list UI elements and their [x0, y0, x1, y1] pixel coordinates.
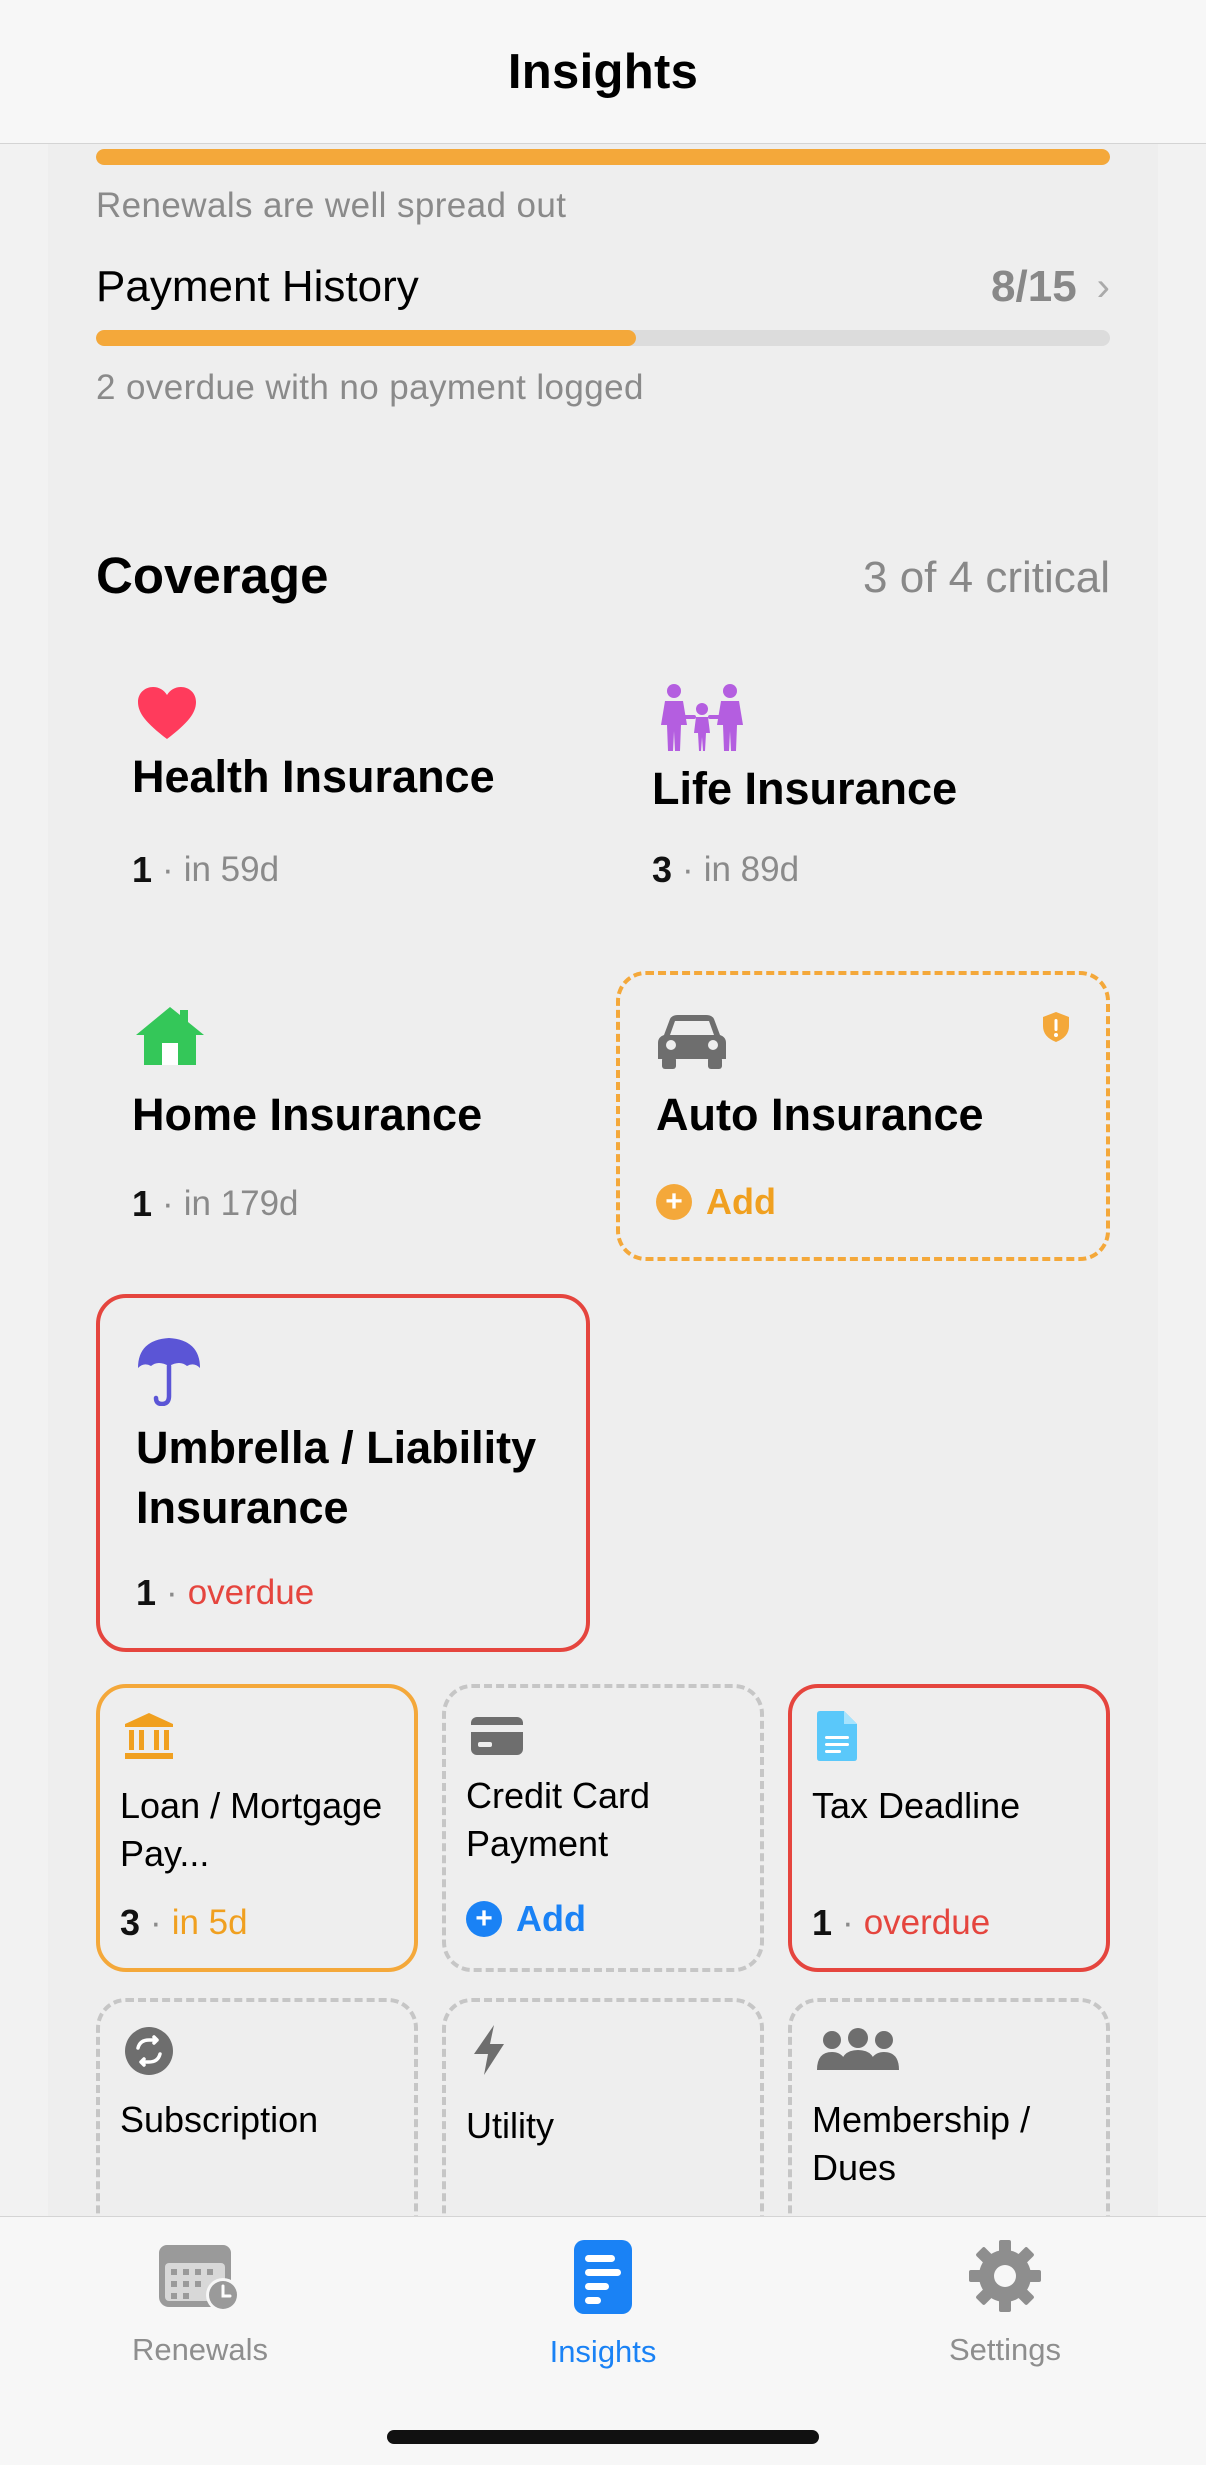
house-icon [134, 1005, 206, 1072]
add-credit-card-button[interactable]: + Add [466, 1898, 586, 1940]
renewals-note: Renewals are well spread out [96, 186, 567, 225]
tab-renewals[interactable]: Renewals [70, 2239, 330, 2368]
group-icon [816, 2028, 900, 2077]
recurring-icon [124, 2026, 174, 2081]
coverage-tile-tax[interactable]: Tax Deadline 1 · overdue [788, 1684, 1110, 1972]
payment-history-progress-fill [96, 330, 637, 346]
tile-name: Umbrella / Liability Insurance [136, 1422, 537, 1533]
tile-name: Auto Insurance [656, 1089, 984, 1140]
coverage-tile-health[interactable]: Health Insurance 1 · in 59d [96, 641, 588, 941]
tile-count: 3 [120, 1902, 141, 1943]
credit-card-icon [470, 1716, 524, 1761]
tile-sep: · [682, 850, 694, 889]
coverage-tile-loan[interactable]: Loan / Mortgage Pay... 3 · in 5d [96, 1684, 418, 1972]
tile-count: 1 [132, 1183, 153, 1224]
gear-icon [875, 2239, 1135, 2318]
coverage-tile-utility[interactable]: Utility [442, 1998, 764, 2216]
tile-count: 1 [136, 1572, 157, 1613]
payment-history-note: 2 overdue with no payment logged [96, 368, 644, 407]
tile-name: Utility [466, 2105, 554, 2146]
coverage-tile-umbrella[interactable]: Umbrella / Liability Insurance 1 · overd… [96, 1294, 590, 1652]
car-icon [656, 1013, 728, 1074]
shield-alert-icon [1042, 1011, 1070, 1048]
bolt-icon [472, 2024, 506, 2081]
tile-status: overdue [187, 1573, 315, 1612]
tile-count: 1 [132, 849, 153, 890]
add-label: Add [706, 1181, 776, 1222]
coverage-tile-membership[interactable]: Membership / Dues [788, 1998, 1110, 2216]
tab-insights[interactable]: Insights [473, 2239, 733, 2370]
heart-icon [136, 685, 198, 746]
chevron-right-icon: › [1096, 264, 1110, 309]
bank-icon [124, 1712, 174, 1765]
add-label: Add [516, 1898, 586, 1939]
tile-status: in 89d [703, 850, 800, 889]
tile-status: in 59d [183, 850, 280, 889]
tile-count: 1 [812, 1902, 833, 1943]
payment-history-score-wrap: 8/15 › [991, 262, 1110, 312]
calendar-clock-icon [70, 2239, 330, 2318]
tile-name: Credit Card Payment [466, 1775, 651, 1864]
tab-label: Settings [948, 2332, 1061, 2367]
tab-label: Insights [549, 2334, 657, 2369]
plus-circle-icon: + [466, 1901, 502, 1937]
tile-meta: 3 · in 5d [120, 1902, 248, 1944]
tile-name: Health Insurance [132, 751, 495, 802]
tile-status: in 179d [183, 1184, 299, 1223]
coverage-tile-credit-card[interactable]: Credit Card Payment + Add [442, 1684, 764, 1972]
family-icon [656, 683, 748, 758]
renewals-progress-bar [96, 149, 1110, 165]
tile-sep: · [150, 1903, 162, 1942]
plus-circle-icon: + [656, 1184, 692, 1220]
tile-meta: 1 · overdue [136, 1572, 314, 1614]
tile-name: Tax Deadline [812, 1785, 1021, 1826]
tile-status: in 5d [171, 1903, 248, 1942]
tile-meta: 1 · in 59d [132, 849, 279, 891]
add-auto-button[interactable]: + Add [656, 1181, 776, 1223]
tile-name: Home Insurance [132, 1089, 483, 1140]
payment-history-label: Payment History [96, 262, 419, 311]
tile-name: Loan / Mortgage Pay... [120, 1785, 383, 1874]
coverage-title: Coverage [96, 547, 329, 604]
payment-history-score: 8/15 [991, 262, 1077, 311]
tab-bar: Renewals Insights Settings [0, 2216, 1206, 2465]
umbrella-icon [136, 1336, 202, 1411]
payment-history-progress-bar [96, 330, 1110, 346]
nav-bar: Insights [0, 0, 1206, 144]
tab-settings[interactable]: Settings [875, 2239, 1135, 2368]
tab-label: Renewals [131, 2332, 269, 2367]
tile-meta: 1 · in 179d [132, 1183, 299, 1225]
insights-icon [473, 2239, 733, 2320]
coverage-card: Coverage 3 of 4 critical Health Insuranc… [48, 501, 1158, 2216]
coverage-tile-auto[interactable]: Auto Insurance + Add [616, 971, 1110, 1261]
coverage-tile-subscription[interactable]: Subscription [96, 1998, 418, 2216]
tile-sep: · [842, 1903, 854, 1942]
page-title: Insights [507, 44, 699, 99]
tile-sep: · [162, 850, 174, 889]
tile-meta: 3 · in 89d [652, 849, 799, 891]
home-indicator [387, 2430, 819, 2444]
tile-status: overdue [863, 1903, 991, 1942]
tile-name: Subscription [120, 2099, 319, 2140]
coverage-tile-life[interactable]: Life Insurance 3 · in 89d [616, 641, 1110, 941]
tile-meta: 1 · overdue [812, 1902, 990, 1944]
tile-sep: · [162, 1184, 174, 1223]
tile-name: Life Insurance [652, 763, 958, 814]
coverage-subtitle: 3 of 4 critical [863, 553, 1110, 602]
tile-sep: · [166, 1573, 178, 1612]
document-icon [816, 1710, 858, 1767]
tile-name: Membership / Dues [812, 2099, 1031, 2188]
insights-scroll-view[interactable]: Renewals are well spread out Payment His… [0, 144, 1206, 2216]
renewals-progress-fill [96, 149, 1110, 165]
coverage-tile-home[interactable]: Home Insurance 1 · in 179d [96, 971, 588, 1261]
tile-count: 3 [652, 849, 673, 890]
